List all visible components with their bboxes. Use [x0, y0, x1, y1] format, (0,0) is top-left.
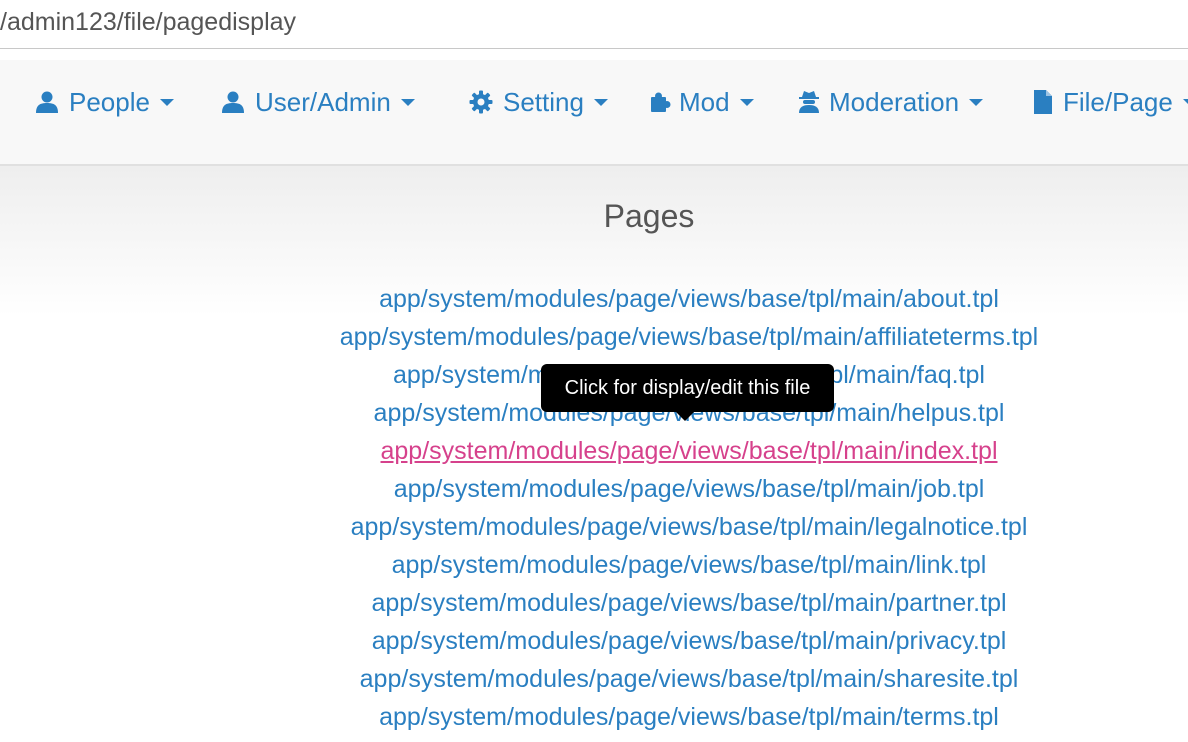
file-link[interactable]: app/system/modules/page/views/base/tpl/m…	[394, 475, 985, 503]
nav-moderation-label: Moderation	[829, 86, 960, 117]
file-icon	[1031, 90, 1055, 114]
list-item: app/system/modules/page/views/base/tpl/m…	[0, 280, 1188, 318]
file-link[interactable]: app/system/modules/page/views/base/tpl/m…	[379, 703, 999, 731]
list-item: app/system/modules/page/views/base/tpl/m…	[0, 546, 1188, 584]
list-item: app/system/modules/page/views/base/tpl/m…	[0, 318, 1188, 356]
nav-file-page-label: File/Page	[1063, 86, 1173, 117]
caret-down-icon	[159, 98, 174, 106]
tooltip: Click for display/edit this file	[541, 364, 834, 412]
file-link[interactable]: app/system/modules/page/views/base/tpl/m…	[392, 551, 987, 579]
address-url[interactable]: /admin123/file/pagedisplay	[0, 8, 296, 37]
user-icon	[35, 90, 59, 114]
file-link[interactable]: app/system/modules/page/views/base/tpl/m…	[351, 513, 1028, 541]
list-item: app/system/modules/page/views/base/tpl/m…	[0, 432, 1188, 470]
nav-mod-label: Mod	[679, 86, 730, 117]
nav-user-admin[interactable]: User/Admin	[221, 82, 415, 122]
tooltip-arrow	[676, 412, 694, 421]
list-item: app/system/modules/page/views/base/tpl/m…	[0, 660, 1188, 698]
file-link[interactable]: app/system/modules/page/views/base/tpl/m…	[371, 589, 1006, 617]
page-title: Pages	[603, 198, 695, 234]
nav-setting[interactable]: Setting	[469, 82, 608, 122]
caret-down-icon	[969, 98, 984, 106]
list-item: app/system/modules/page/views/base/tpl/m…	[0, 470, 1188, 508]
user-icon	[221, 90, 245, 114]
nav-file-page[interactable]: File/Page	[1031, 82, 1188, 122]
nav-mod[interactable]: Mod	[649, 82, 754, 122]
caret-down-icon	[1182, 98, 1188, 106]
list-item: app/system/modules/page/views/base/tpl/m…	[0, 622, 1188, 660]
address-bar[interactable]: /admin123/file/pagedisplay	[0, 0, 1188, 49]
nav-people[interactable]: People	[35, 82, 174, 122]
gear-icon	[469, 90, 493, 114]
nav-user-admin-label: User/Admin	[255, 86, 391, 117]
nav-setting-label: Setting	[503, 86, 584, 117]
nav-people-label: People	[69, 86, 150, 117]
puzzle-icon	[649, 90, 673, 114]
top-navbar: People User/Admin Setting Mod Moderation…	[0, 60, 1188, 166]
file-link[interactable]: app/system/modules/page/views/base/tpl/m…	[372, 627, 1007, 655]
list-item: app/system/modules/page/views/base/tpl/m…	[0, 584, 1188, 622]
main-content: Pages app/system/modules/page/views/base…	[0, 166, 1188, 742]
list-item: app/system/modules/page/views/base/tpl/m…	[0, 698, 1188, 736]
caret-down-icon	[593, 98, 608, 106]
list-item: app/system/modules/page/views/base/tpl/m…	[0, 508, 1188, 546]
user-secret-icon	[797, 90, 821, 114]
file-link[interactable]: app/system/modules/page/views/base/tpl/m…	[340, 323, 1039, 351]
file-link[interactable]: app/system/modules/page/views/base/tpl/m…	[381, 437, 998, 465]
caret-down-icon	[739, 98, 754, 106]
file-list: app/system/modules/page/views/base/tpl/m…	[0, 280, 1188, 736]
file-link[interactable]: app/system/modules/page/views/base/tpl/m…	[360, 665, 1019, 693]
caret-down-icon	[400, 98, 415, 106]
file-link[interactable]: app/system/modules/page/views/base/tpl/m…	[379, 285, 999, 313]
nav-moderation[interactable]: Moderation	[797, 82, 984, 122]
